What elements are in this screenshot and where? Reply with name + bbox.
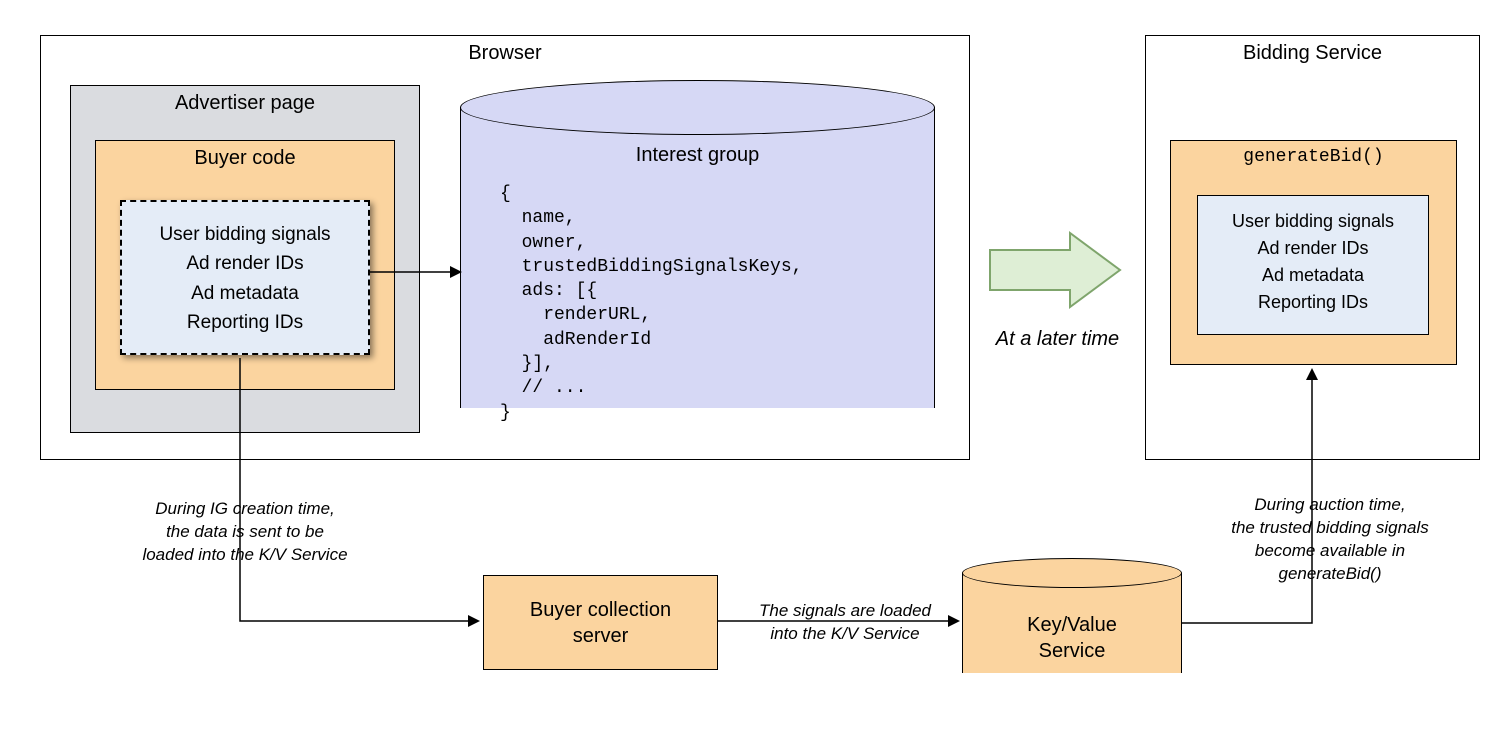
bidding-service-title: Bidding Service [1146, 42, 1479, 65]
kv-service-cylinder: Key/Value Service [962, 558, 1182, 688]
interest-group-title: Interest group [460, 144, 935, 167]
kv-service-label: Key/Value Service [962, 598, 1182, 678]
interest-group-cylinder: Interest group { name, owner, trustedBid… [460, 80, 935, 435]
signals-right-line1: User bidding signals [1198, 208, 1428, 235]
connector-left-to-bcs [235, 358, 490, 638]
browser-title: Browser [41, 42, 969, 65]
signals-right-line3: Ad metadata [1198, 262, 1428, 289]
buyer-collection-server: Buyer collection server [483, 575, 718, 670]
signals-left-line3: Ad metadata [122, 279, 368, 308]
connector-bcs-to-kv [718, 611, 968, 631]
big-arrow-label: At a later time [970, 326, 1145, 353]
buyer-code-title: Buyer code [96, 147, 394, 170]
signals-left-line1: User bidding signals [122, 220, 368, 249]
signals-box-left: User bidding signals Ad render IDs Ad me… [120, 200, 370, 355]
signals-left-line4: Reporting IDs [122, 308, 368, 337]
diagram-canvas: Browser Advertiser page Buyer code User … [0, 0, 1505, 729]
signals-box-right: User bidding signals Ad render IDs Ad me… [1197, 195, 1429, 335]
advertiser-page-title: Advertiser page [71, 92, 419, 115]
generate-bid-title: generateBid() [1171, 147, 1456, 167]
arrow-buyercode-to-ig [370, 262, 470, 282]
connector-kv-to-genbid [1182, 365, 1352, 635]
signals-right-line4: Reporting IDs [1198, 289, 1428, 316]
interest-group-code: { name, owner, trustedBiddingSignalsKeys… [500, 182, 802, 425]
signals-right-line2: Ad render IDs [1198, 235, 1428, 262]
signals-left-line2: Ad render IDs [122, 249, 368, 278]
big-arrow-icon [985, 225, 1130, 315]
